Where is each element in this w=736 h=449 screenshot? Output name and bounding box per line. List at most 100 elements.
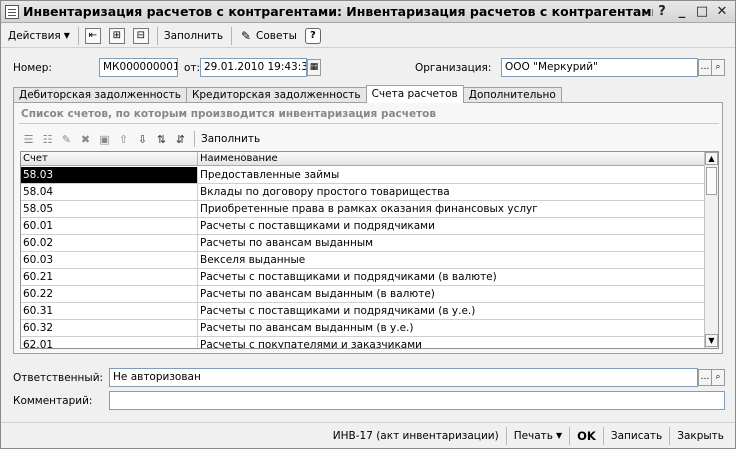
help-window-button[interactable]: ? [653, 4, 671, 20]
account-name-cell[interactable]: Расчеты с покупателями и заказчиками [198, 337, 706, 348]
account-name-cell[interactable]: Векселя выданные [198, 252, 706, 268]
section-divider [19, 123, 719, 124]
table-row[interactable]: 60.31 Расчеты с поставщиками и подрядчика… [21, 303, 706, 320]
bottom-command-bar: ИНВ-17 (акт инвентаризации) Печать ▼ OK … [1, 422, 735, 448]
actions-menu-button[interactable]: Действия ▼ [5, 26, 73, 46]
add-row-icon[interactable]: ☰ [20, 131, 37, 148]
help-button[interactable]: ? [302, 26, 324, 46]
table-row[interactable]: 60.01 Расчеты с поставщиками и подрядчика… [21, 218, 706, 235]
tab-settlement-accounts[interactable]: Счета расчетов [365, 85, 464, 103]
chevron-down-icon: ▼ [556, 431, 563, 440]
account-cell[interactable]: 58.03 [21, 167, 198, 183]
table-row[interactable]: 58.05 Приобретенные права в рамках оказан… [21, 201, 706, 218]
inv17-print-button[interactable]: ИНВ-17 (акт инвентаризации) [328, 426, 504, 446]
delete-row-icon[interactable]: ✖ [77, 131, 94, 148]
account-name-cell[interactable]: Вклады по договору простого товарищества [198, 184, 706, 200]
account-name-cell[interactable]: Расчеты по авансам выданным (в у.е.) [198, 320, 706, 336]
tips-button[interactable]: ✎ Советы [235, 26, 300, 46]
fill-button[interactable]: Заполнить [161, 26, 226, 46]
statusbar-separator [669, 426, 671, 445]
account-cell[interactable]: 60.22 [21, 286, 198, 302]
tab-additional[interactable]: Дополнительно [462, 87, 562, 103]
organization-select-button[interactable]: … [698, 59, 712, 76]
sort-descending-icon[interactable]: ⇵ [172, 131, 189, 148]
date-label: от: [184, 62, 201, 74]
save-button[interactable]: Записать [606, 426, 667, 446]
magnifier-icon: ⌕ [715, 62, 721, 72]
statusbar-separator [569, 426, 571, 445]
scroll-down-icon[interactable]: ▼ [705, 334, 718, 347]
copy-row-icon[interactable]: ☷ [39, 131, 56, 148]
fill-label: Заполнить [163, 29, 224, 42]
account-name-cell[interactable]: Предоставленные займы [198, 167, 706, 183]
account-cell[interactable]: 60.32 [21, 320, 198, 336]
move-down-icon[interactable]: ⇩ [134, 131, 151, 148]
print-label: Печать [513, 429, 553, 442]
column-header-name[interactable]: Наименование [198, 152, 706, 165]
account-cell[interactable]: 60.01 [21, 218, 198, 234]
account-cell[interactable]: 60.02 [21, 235, 198, 251]
calendar-icon: ▦ [309, 62, 319, 72]
organization-open-button[interactable]: ⌕ [711, 59, 725, 76]
account-name-cell[interactable]: Расчеты с поставщиками и подрядчиками (в… [198, 269, 706, 285]
account-name-cell[interactable]: Расчеты с поставщиками и подрядчиками (в… [198, 303, 706, 319]
responsible-field[interactable]: Не авторизован [109, 368, 698, 387]
account-name-cell[interactable]: Расчеты по авансам выданным [198, 235, 706, 251]
scroll-up-icon[interactable]: ▲ [705, 152, 718, 165]
close-button[interactable]: Закрыть [672, 426, 729, 446]
toolbar-separator [156, 26, 158, 45]
tab-strip: Дебиторская задолженность Кредиторская з… [13, 85, 562, 103]
column-header-account[interactable]: Счет [21, 152, 198, 165]
responsible-open-button[interactable]: ⌕ [711, 369, 725, 386]
post-button[interactable]: ⊞ [106, 26, 128, 46]
print-menu-button[interactable]: Печать ▼ [509, 426, 567, 446]
organization-field[interactable]: ООО "Меркурий" [501, 58, 698, 77]
responsible-select-button[interactable]: … [698, 369, 712, 386]
account-cell[interactable]: 62.01 [21, 337, 198, 348]
date-field[interactable]: 29.01.2010 19:43:35 [200, 58, 307, 77]
close-window-button[interactable]: ✕ [713, 4, 731, 20]
table-row[interactable]: 58.03 Предоставленные займы [21, 167, 706, 184]
table-header: Счет Наименование [21, 152, 718, 166]
table-row[interactable]: 58.04 Вклады по договору простого товарищ… [21, 184, 706, 201]
comment-field[interactable] [109, 391, 725, 410]
cancel-post-icon: ⊟ [132, 27, 149, 44]
table-row[interactable]: 62.01 Расчеты с покупателями и заказчикам… [21, 337, 706, 348]
account-cell[interactable]: 58.04 [21, 184, 198, 200]
tab-receivables[interactable]: Дебиторская задолженность [13, 87, 187, 103]
table-row[interactable]: 60.32 Расчеты по авансам выданным (в у.е.… [21, 320, 706, 337]
post-and-close-button[interactable]: ⇤ [82, 26, 104, 46]
account-name-cell[interactable]: Приобретенные права в рамках оказания фи… [198, 201, 706, 217]
account-cell[interactable]: 58.05 [21, 201, 198, 217]
sort-ascending-icon[interactable]: ⇅ [153, 131, 170, 148]
table-row[interactable]: 60.03 Векселя выданные [21, 252, 706, 269]
scroll-thumb[interactable] [706, 167, 717, 195]
pencil-icon: ✎ [241, 28, 252, 43]
number-field[interactable]: МК000000001 [99, 58, 178, 77]
ok-button[interactable]: OK [572, 426, 601, 446]
edit-row-icon[interactable]: ✎ [58, 131, 75, 148]
maximize-button[interactable]: □ [693, 4, 711, 20]
unpost-button[interactable]: ⊟ [130, 26, 152, 46]
ellipsis-icon: … [700, 62, 710, 72]
question-icon: ? [304, 27, 321, 44]
minimize-button[interactable]: _ [673, 4, 691, 20]
account-name-cell[interactable]: Расчеты с поставщиками и подрядчиками [198, 218, 706, 234]
document-icon [5, 4, 19, 19]
table-row[interactable]: 60.21 Расчеты с поставщиками и подрядчика… [21, 269, 706, 286]
tab-payables[interactable]: Кредиторская задолженность [185, 87, 367, 103]
account-name-cell[interactable]: Расчеты по авансам выданным (в валюте) [198, 286, 706, 302]
move-up-icon[interactable]: ⇧ [115, 131, 132, 148]
account-cell[interactable]: 60.31 [21, 303, 198, 319]
calendar-button[interactable]: ▦ [307, 59, 321, 76]
table-row[interactable]: 60.22 Расчеты по авансам выданным (в валю… [21, 286, 706, 303]
account-cell[interactable]: 60.03 [21, 252, 198, 268]
table-row[interactable]: 60.02 Расчеты по авансам выданным [21, 235, 706, 252]
actions-label: Действия [8, 29, 61, 42]
fill-accounts-button[interactable]: Заполнить [198, 129, 263, 149]
window-controls: ? _ □ ✕ [653, 4, 731, 20]
main-toolbar: Действия ▼ ⇤ ⊞ ⊟ Заполнить ✎ Советы ? [1, 24, 735, 48]
vertical-scrollbar[interactable]: ▲ ▼ [704, 152, 718, 348]
account-cell[interactable]: 60.21 [21, 269, 198, 285]
end-edit-icon[interactable]: ▣ [96, 131, 113, 148]
